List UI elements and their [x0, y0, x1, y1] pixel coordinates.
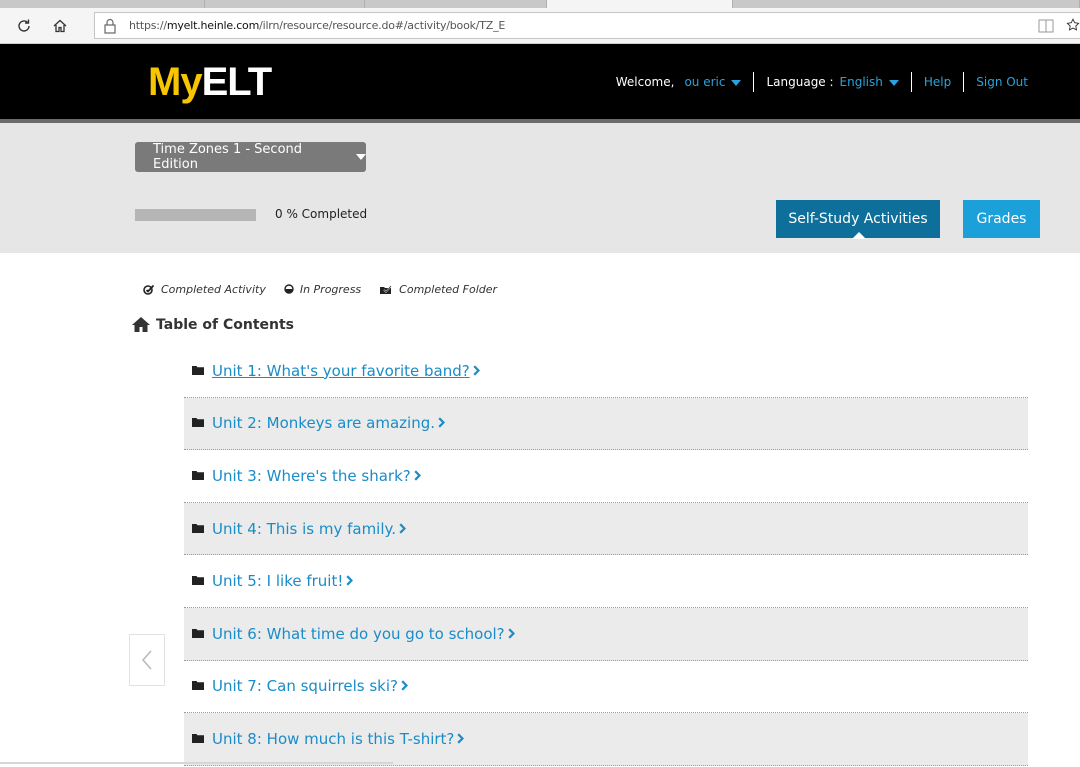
legend-completed-folder: Completed Folder [379, 283, 497, 296]
language-label: Language : [766, 75, 834, 89]
browser-tab[interactable] [205, 0, 365, 8]
legend-in-progress: In Progress [284, 283, 361, 296]
unit-row[interactable]: Unit 4: This is my family. [184, 502, 1028, 556]
browser-tab[interactable] [0, 0, 205, 8]
chevron-down-icon [356, 154, 366, 160]
folder-icon [192, 733, 204, 743]
chevron-right-icon [346, 575, 354, 586]
folder-icon [192, 523, 204, 533]
browser-tab-strip [0, 0, 1080, 8]
chevron-right-icon [473, 365, 480, 376]
unit-link[interactable]: Unit 1: What's your favorite band? [212, 362, 480, 380]
completed-activity-icon [143, 284, 155, 295]
divider [910, 72, 912, 92]
status-legend: Completed Activity In Progress Completed… [143, 281, 515, 297]
chevron-right-icon [508, 628, 515, 639]
unit-row[interactable]: Unit 5: I like fruit! [184, 555, 1028, 608]
refresh-icon[interactable] [13, 15, 35, 37]
chevron-right-icon [414, 470, 421, 481]
unit-link[interactable]: Unit 5: I like fruit! [212, 572, 354, 590]
progress-label: 0 % Completed [275, 207, 368, 221]
chevron-right-icon [401, 680, 408, 691]
progress-bar [135, 209, 256, 221]
book-select-dropdown[interactable]: Time Zones 1 - Second Edition [135, 142, 366, 172]
chevron-left-icon [141, 650, 152, 670]
chevron-right-icon [457, 733, 465, 744]
unit-row[interactable]: Unit 7: Can squirrels ski? [184, 661, 1028, 714]
divider [963, 72, 965, 92]
favorite-star-icon[interactable] [1066, 16, 1080, 34]
unit-link[interactable]: Unit 8: How much is this T-shirt? [212, 730, 465, 748]
unit-link[interactable]: Unit 6: What time do you go to school? [212, 625, 515, 643]
url-field[interactable]: https://myelt.heinle.com/ilrn/resource/r… [94, 12, 1080, 39]
unit-list: Unit 1: What's your favorite band? Unit 2… [184, 345, 1028, 766]
divider [753, 72, 755, 92]
welcome-label: Welcome, [615, 75, 675, 89]
site-header: MyELT Welcome, ou eric Language : Englis… [0, 44, 1080, 119]
chevron-right-icon [399, 523, 407, 534]
home-icon [132, 317, 150, 332]
table-of-contents-heading: Table of Contents [131, 316, 294, 333]
previous-page-button[interactable] [129, 634, 165, 686]
unit-link[interactable]: Unit 7: Can squirrels ski? [212, 677, 408, 695]
chevron-down-icon [888, 79, 899, 86]
reading-view-icon[interactable] [1038, 19, 1054, 33]
browser-tab[interactable] [365, 0, 547, 8]
course-toolbar: Time Zones 1 - Second Edition 0 % Comple… [0, 123, 1080, 253]
unit-link[interactable]: Unit 2: Monkeys are amazing. [212, 414, 445, 432]
chevron-right-icon [438, 417, 445, 428]
folder-icon [192, 628, 204, 638]
legend-completed-activity: Completed Activity [143, 283, 266, 296]
status-bar-edge [0, 762, 393, 764]
unit-row[interactable]: Unit 2: Monkeys are amazing. [184, 397, 1028, 451]
unit-link[interactable]: Unit 3: Where's the shark? [212, 467, 421, 485]
folder-icon [192, 576, 204, 586]
myelt-logo[interactable]: MyELT [148, 60, 272, 104]
grades-button[interactable]: Grades [963, 200, 1040, 238]
language-menu[interactable]: English [840, 75, 899, 89]
browser-address-bar: https://myelt.heinle.com/ilrn/resource/r… [0, 8, 1080, 44]
unit-link[interactable]: Unit 4: This is my family. [212, 520, 407, 538]
folder-icon [192, 470, 204, 480]
completed-folder-icon [380, 284, 392, 294]
in-progress-icon [284, 284, 294, 294]
chevron-down-icon [731, 79, 742, 86]
active-tab-notch [852, 232, 866, 239]
unit-row[interactable]: Unit 3: Where's the shark? [184, 450, 1028, 503]
url-text: https://myelt.heinle.com/ilrn/resource/r… [129, 19, 506, 32]
sign-out-link[interactable]: Sign Out [976, 75, 1028, 89]
header-user-links: Welcome, ou eric Language : English Help… [616, 71, 1028, 93]
folder-icon [192, 418, 204, 428]
unit-row[interactable]: Unit 6: What time do you go to school? [184, 607, 1028, 661]
home-icon[interactable] [49, 15, 71, 37]
unit-row[interactable]: Unit 1: What's your favorite band? [184, 345, 1028, 398]
folder-icon [192, 681, 204, 691]
self-study-activities-button[interactable]: Self-Study Activities [776, 200, 940, 239]
user-menu[interactable]: ou eric [684, 75, 742, 89]
browser-tab-active[interactable] [547, 0, 733, 8]
help-link[interactable]: Help [924, 75, 951, 89]
folder-icon [192, 365, 204, 375]
unit-row[interactable]: Unit 8: How much is this T-shirt? [184, 713, 1028, 766]
browser-tab[interactable] [733, 0, 1080, 8]
lock-icon [104, 18, 116, 34]
